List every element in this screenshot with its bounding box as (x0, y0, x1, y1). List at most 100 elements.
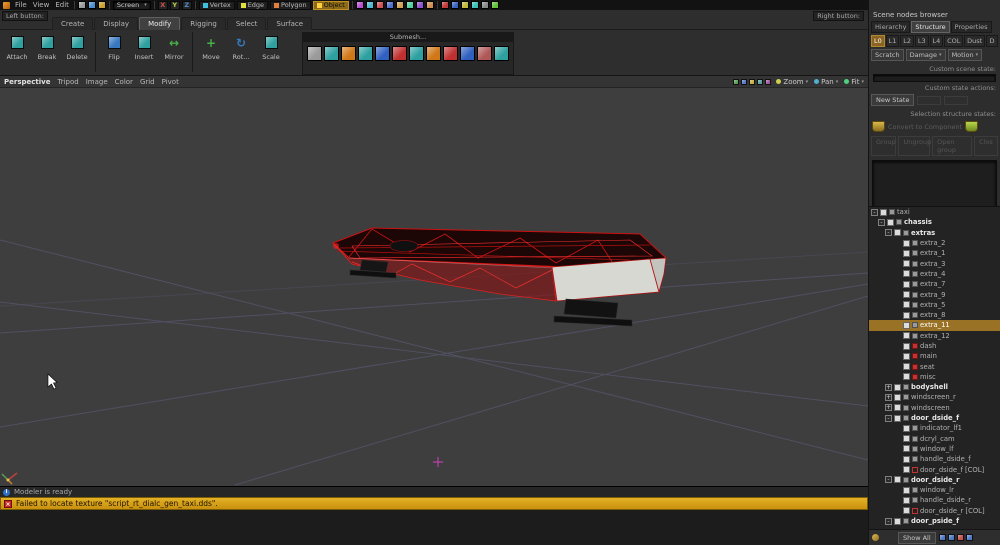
visibility-checkbox[interactable] (903, 363, 910, 370)
viewport-fit-control[interactable]: Fit▾ (844, 78, 864, 86)
viewport-view-label[interactable]: Perspective (4, 78, 50, 86)
visibility-checkbox[interactable] (903, 353, 910, 360)
expander-icon[interactable]: - (878, 219, 885, 226)
visibility-checkbox[interactable] (880, 209, 887, 216)
tool-delete-button[interactable]: Delete (62, 31, 92, 74)
visibility-checkbox[interactable] (903, 435, 910, 442)
visibility-checkbox[interactable] (903, 445, 910, 452)
basket-icon[interactable] (872, 121, 885, 132)
toolbar-icon[interactable] (386, 1, 394, 9)
visibility-checkbox[interactable] (903, 497, 910, 504)
browser-tab-hierarchy[interactable]: Hierarchy (871, 21, 910, 33)
tab-surface[interactable]: Surface (267, 17, 312, 30)
lod-tab-l4[interactable]: L4 (930, 35, 944, 47)
tree-item[interactable]: dash (869, 341, 1000, 351)
tree-item[interactable]: seat (869, 361, 1000, 371)
submesh-icon[interactable] (307, 46, 322, 61)
visibility-checkbox[interactable] (903, 507, 910, 514)
submesh-icon[interactable] (460, 46, 475, 61)
toolbar-icon[interactable] (426, 1, 434, 9)
tree-item[interactable]: -door_dside_f (869, 413, 1000, 423)
tree-item[interactable]: extra_1 (869, 248, 1000, 258)
axis-button-y[interactable]: Y (170, 1, 180, 10)
browser-tab-structure[interactable]: Structure (911, 21, 949, 33)
visibility-checkbox[interactable] (894, 518, 901, 525)
visibility-checkbox[interactable] (894, 415, 901, 422)
tree-item[interactable]: -taxi (869, 207, 1000, 217)
group-group-button[interactable]: Group (871, 136, 896, 156)
visibility-checkbox[interactable] (894, 404, 901, 411)
submesh-icon[interactable] (409, 46, 424, 61)
tree-item[interactable]: indicator_lf1 (869, 423, 1000, 433)
viewport-option-icon[interactable] (757, 79, 763, 85)
tab-display[interactable]: Display (94, 17, 138, 30)
tool-rot-button[interactable]: ↻Rot... (226, 31, 256, 74)
tab-rigging[interactable]: Rigging (181, 17, 226, 30)
menu-view[interactable]: View (31, 1, 52, 9)
lod-tab-col[interactable]: COL (944, 35, 963, 47)
tree-item[interactable]: door_dside_f [COL] (869, 464, 1000, 474)
visibility-checkbox[interactable] (903, 466, 910, 473)
variant-damage-button[interactable]: Damage▾ (906, 49, 946, 61)
group-opengroup-button[interactable]: Open group (932, 136, 972, 156)
tree-item[interactable]: -door_pside_f (869, 516, 1000, 526)
expander-icon[interactable]: - (885, 415, 892, 422)
visibility-checkbox[interactable] (903, 260, 910, 267)
menu-file[interactable]: File (13, 1, 29, 9)
submesh-icon[interactable] (494, 46, 509, 61)
left-button-hint[interactable]: Left button: (2, 11, 48, 21)
tree-item[interactable]: handle_dside_f (869, 454, 1000, 464)
axis-button-x[interactable]: X (158, 1, 168, 10)
toolbar-icon[interactable] (98, 1, 106, 9)
visibility-checkbox[interactable] (903, 343, 910, 350)
screen-dropdown[interactable]: Screen ▾ (113, 1, 151, 10)
viewport-pan-control[interactable]: Pan▾ (814, 78, 838, 86)
toolbar-icon[interactable] (356, 1, 364, 9)
basket-arrow-icon[interactable] (965, 121, 978, 132)
visibility-checkbox[interactable] (903, 322, 910, 329)
lod-tab-l0[interactable]: L0 (871, 35, 885, 47)
toolbar-icon[interactable] (406, 1, 414, 9)
mode-button-vertex[interactable]: Vertex (199, 1, 235, 10)
toolbar-icon[interactable] (416, 1, 424, 9)
right-button-hint[interactable]: Right button: (813, 11, 864, 21)
show-all-button[interactable]: Show All (898, 532, 936, 544)
viewport-option-icon[interactable] (749, 79, 755, 85)
tree-item[interactable]: extra_3 (869, 258, 1000, 268)
group-ungroup-button[interactable]: Ungroup (898, 136, 930, 156)
lod-tab-dust[interactable]: Dust (964, 35, 985, 47)
visibility-checkbox[interactable] (903, 301, 910, 308)
tool-flip-button[interactable]: Flip (99, 31, 129, 74)
variant-scratch-button[interactable]: Scratch (871, 49, 904, 61)
tool-insert-button[interactable]: Insert (129, 31, 159, 74)
tree-item[interactable]: door_dside_r [COL] (869, 506, 1000, 516)
convert-to-component-button[interactable]: Convert to Component (888, 123, 962, 131)
viewport-menu-tripod[interactable]: Tripod (57, 78, 78, 86)
submesh-icon[interactable] (477, 46, 492, 61)
tree-item[interactable]: misc (869, 372, 1000, 382)
expander-icon[interactable]: + (885, 384, 892, 391)
variant-motion-button[interactable]: Motion▾ (948, 49, 983, 61)
tree-item[interactable]: +windscreen_r (869, 392, 1000, 402)
submesh-icon[interactable] (426, 46, 441, 61)
group-clos-button[interactable]: Clos (974, 136, 998, 156)
viewport-option-icon[interactable] (765, 79, 771, 85)
panel-icon[interactable] (939, 534, 946, 541)
filter-icon[interactable] (872, 534, 879, 541)
submesh-icon[interactable] (443, 46, 458, 61)
lod-tab-d[interactable]: D (986, 35, 998, 47)
tree-item[interactable]: window_lr (869, 485, 1000, 495)
visibility-checkbox[interactable] (894, 384, 901, 391)
toolbar-icon[interactable] (396, 1, 404, 9)
scene-state-combo[interactable] (873, 74, 996, 82)
tab-modify[interactable]: Modify (139, 17, 180, 30)
tree-item[interactable]: extra_12 (869, 331, 1000, 341)
state-action-button[interactable] (917, 96, 941, 105)
expander-icon[interactable]: + (885, 404, 892, 411)
visibility-checkbox[interactable] (903, 250, 910, 257)
tree-item[interactable]: extra_4 (869, 269, 1000, 279)
tool-break-button[interactable]: Break (32, 31, 62, 74)
visibility-checkbox[interactable] (903, 332, 910, 339)
axis-button-z[interactable]: Z (182, 1, 192, 10)
lod-tab-l3[interactable]: L3 (915, 35, 929, 47)
